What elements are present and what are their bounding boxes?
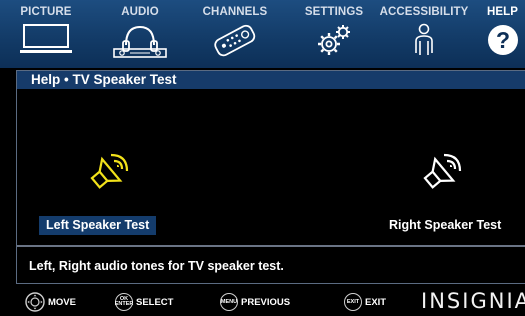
insignia-logo: INSIGNIA <box>421 289 525 313</box>
nav-select: OK ENTER SELECT <box>115 292 173 312</box>
tab-picture[interactable]: PICTURE <box>10 0 82 68</box>
left-speaker-icon <box>90 153 129 189</box>
nav-exit-label: EXIT <box>365 296 387 308</box>
tab-channels[interactable]: CHANNELS <box>199 0 271 68</box>
nav-previous-label: PREVIOUS <box>241 296 291 308</box>
panel-title: Help • TV Speaker Test <box>17 71 525 89</box>
nav-move: MOVE <box>25 292 76 312</box>
tab-settings[interactable]: SETTINGS <box>300 0 368 68</box>
tab-accessibility[interactable]: ACCESSIBILITY <box>376 0 472 68</box>
tab-picture-label: PICTURE <box>20 6 72 18</box>
tab-accessibility-label: ACCESSIBILITY <box>379 6 469 18</box>
right-speaker-icon <box>423 153 462 189</box>
ok-enter-button-icon: OK ENTER <box>115 293 133 311</box>
nav-move-label: MOVE <box>48 296 76 308</box>
bottom-nav-bar: MOVE OK ENTER SELECT MENU PREVIOUS EXIT … <box>0 286 525 316</box>
speaker-test-panel: Help • TV Speaker Test Left Speaker Test… <box>16 70 525 284</box>
question-icon: ? <box>487 25 518 55</box>
tab-channels-label: CHANNELS <box>202 6 268 18</box>
nav-exit: EXIT EXIT <box>344 292 386 312</box>
tab-audio-label: AUDIO <box>121 6 159 18</box>
gears-icon <box>318 25 350 55</box>
tab-help[interactable]: HELP ? <box>480 0 525 68</box>
menu-button-icon: MENU <box>220 293 238 311</box>
nav-previous: MENU PREVIOUS <box>220 292 290 312</box>
exit-button-icon: EXIT <box>344 293 362 311</box>
divider <box>17 245 525 247</box>
tv-icon <box>20 24 72 53</box>
tab-audio[interactable]: AUDIO <box>108 0 172 68</box>
person-icon <box>415 23 433 55</box>
svg-text:?: ? <box>495 27 509 53</box>
left-speaker-test-button[interactable]: Left Speaker Test <box>39 216 157 235</box>
right-speaker-test-button[interactable]: Right Speaker Test <box>382 216 508 235</box>
remote-control-icon <box>214 24 256 57</box>
nav-select-label: SELECT <box>136 296 174 308</box>
tab-settings-label: SETTINGS <box>304 6 364 18</box>
tab-help-label: HELP <box>486 6 519 18</box>
help-description: Left, Right audio tones for TV speaker t… <box>29 259 284 273</box>
dpad-icon <box>25 292 45 312</box>
headphones-icon <box>113 25 167 58</box>
top-menu-bar: PICTURE AUDIO CHANNELS SETTINGS ACCESSIB… <box>0 0 525 68</box>
